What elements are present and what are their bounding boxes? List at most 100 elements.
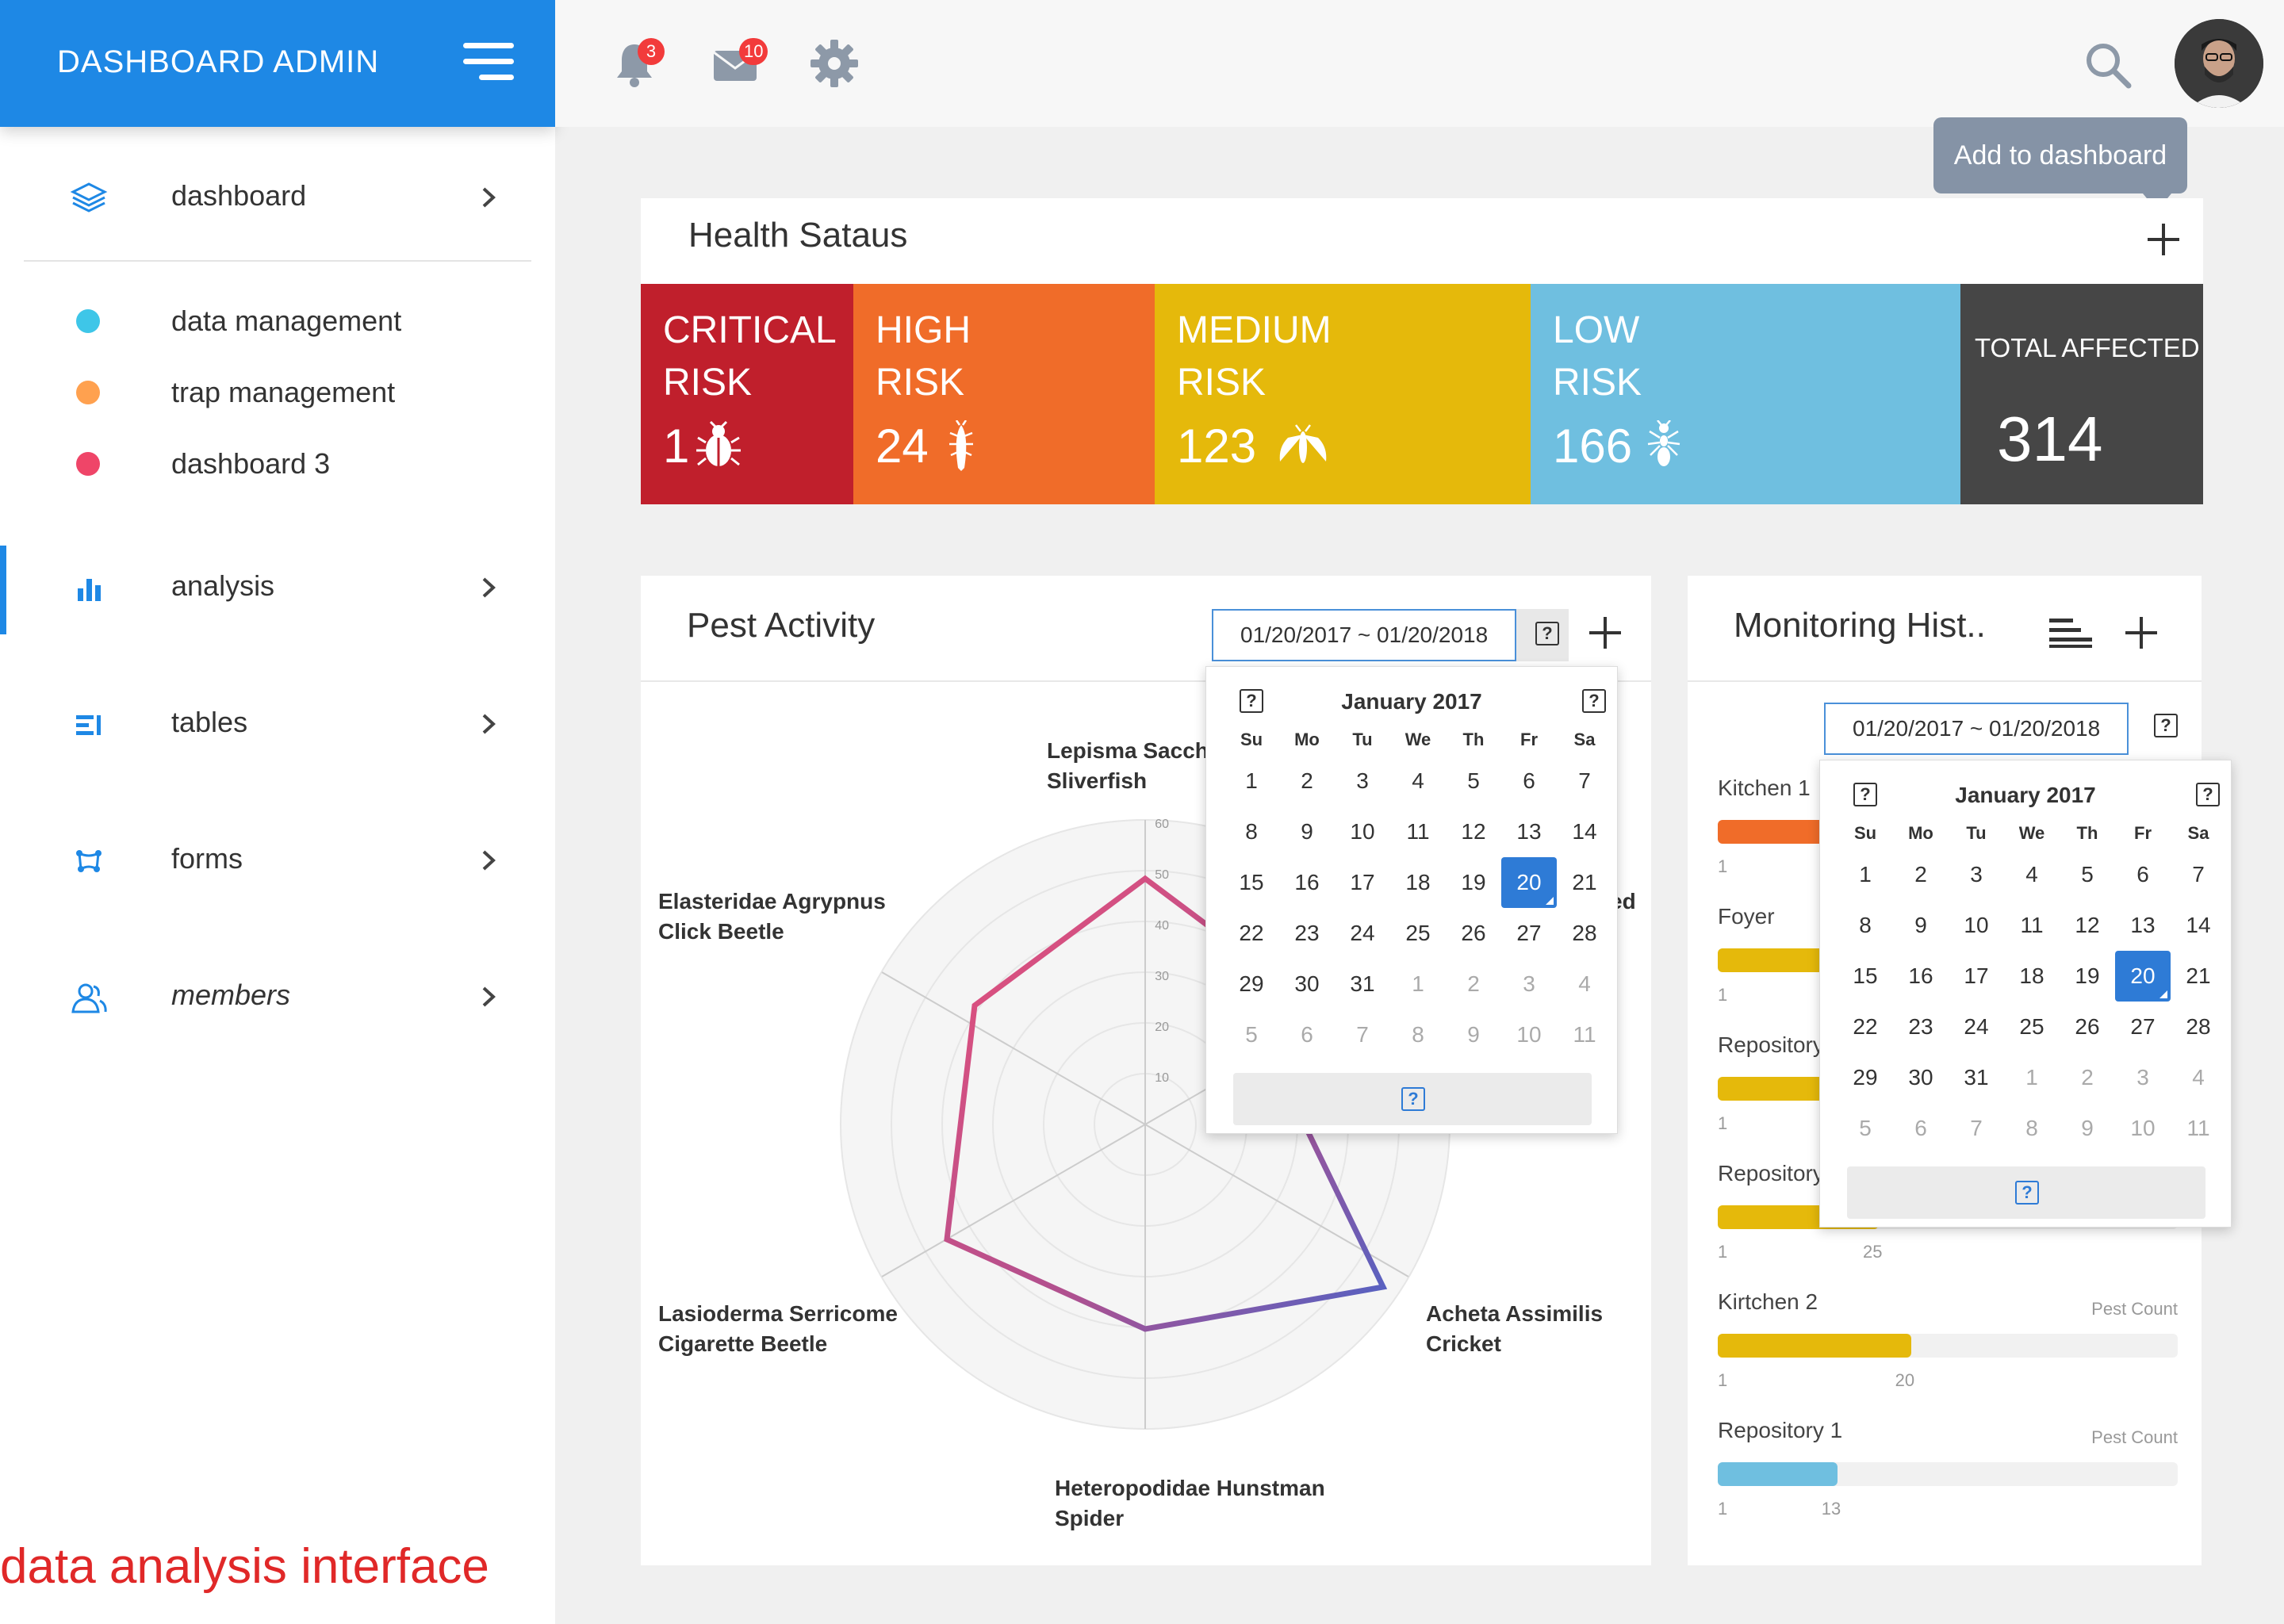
total-affected-card[interactable]: TOTAL AFFECTED 314: [1960, 284, 2203, 504]
calendar-day[interactable]: 2: [1279, 756, 1335, 806]
calendar-day[interactable]: 19: [1446, 857, 1501, 908]
calendar-day[interactable]: 22: [1224, 908, 1279, 959]
calendar-day[interactable]: 9: [1446, 1009, 1501, 1060]
calendar-day[interactable]: 18: [1390, 857, 1446, 908]
calendar-day[interactable]: 4: [2171, 1052, 2226, 1103]
calendar-day[interactable]: 8: [1390, 1009, 1446, 1060]
avatar[interactable]: [2175, 19, 2263, 108]
calendar-day[interactable]: 21: [2171, 951, 2226, 1002]
calendar-day[interactable]: 28: [1557, 908, 1612, 959]
calendar-day[interactable]: 2: [2060, 1052, 2115, 1103]
calendar-day[interactable]: 3: [1949, 849, 2004, 900]
calendar-day[interactable]: 6: [1279, 1009, 1335, 1060]
sidebar-item-analysis[interactable]: analysis: [0, 552, 555, 623]
calendar-day[interactable]: 6: [2115, 849, 2171, 900]
calendar-day[interactable]: 29: [1838, 1052, 1893, 1103]
calendar-day[interactable]: 10: [2115, 1103, 2171, 1154]
calendar-day[interactable]: 1: [2004, 1052, 2060, 1103]
calendar-day[interactable]: 18: [2004, 951, 2060, 1002]
calendar-today-button[interactable]: ?: [1847, 1166, 2205, 1219]
menu-toggle-icon[interactable]: [463, 43, 514, 84]
calendar-day[interactable]: 9: [2060, 1103, 2115, 1154]
calendar-day[interactable]: 8: [2004, 1103, 2060, 1154]
calendar-day[interactable]: 31: [1949, 1052, 2004, 1103]
calendar-day[interactable]: 24: [1949, 1002, 2004, 1052]
calendar-day[interactable]: 25: [1390, 908, 1446, 959]
calendar-day[interactable]: 7: [1949, 1103, 2004, 1154]
calendar-day[interactable]: 4: [2004, 849, 2060, 900]
calendar-day[interactable]: 16: [1279, 857, 1335, 908]
calendar-day[interactable]: 9: [1279, 806, 1335, 857]
calendar-day[interactable]: 1: [1224, 756, 1279, 806]
calendar-day[interactable]: 11: [2004, 900, 2060, 951]
calendar-day[interactable]: 14: [1557, 806, 1612, 857]
calendar-day[interactable]: 14: [2171, 900, 2226, 951]
critical-risk-card[interactable]: CRITICAL RISK 1: [641, 284, 853, 504]
calendar-day[interactable]: 1: [1838, 849, 1893, 900]
calendar-toggle-button[interactable]: ?: [1516, 609, 1569, 661]
calendar-icon[interactable]: ?: [2154, 714, 2178, 737]
calendar-day[interactable]: 3: [2115, 1052, 2171, 1103]
calendar-day[interactable]: 4: [1557, 959, 1612, 1009]
calendar-day[interactable]: 11: [1390, 806, 1446, 857]
sidebar-item-forms[interactable]: forms: [0, 825, 555, 896]
calendar-day[interactable]: 2: [1446, 959, 1501, 1009]
calendar-day[interactable]: 25: [2004, 1002, 2060, 1052]
calendar-day[interactable]: 19: [2060, 951, 2115, 1002]
calendar-day[interactable]: 24: [1335, 908, 1390, 959]
calendar-day[interactable]: 10: [1501, 1009, 1557, 1060]
calendar-day[interactable]: 9: [1893, 900, 1949, 951]
calendar-day[interactable]: 26: [1446, 908, 1501, 959]
add-widget-icon[interactable]: [2125, 617, 2157, 649]
date-range-input[interactable]: 01/20/2017 ~ 01/20/2018: [1212, 609, 1516, 661]
calendar-day[interactable]: 7: [1335, 1009, 1390, 1060]
calendar-day[interactable]: 11: [1557, 1009, 1612, 1060]
calendar-day[interactable]: 23: [1893, 1002, 1949, 1052]
calendar-day[interactable]: 6: [1501, 756, 1557, 806]
date-range-input[interactable]: 01/20/2017 ~ 01/20/2018: [1824, 703, 2129, 755]
sidebar-item-dashboard-3[interactable]: dashboard 3: [0, 433, 555, 496]
calendar-day[interactable]: 4: [1390, 756, 1446, 806]
calendar-day[interactable]: 5: [1224, 1009, 1279, 1060]
calendar-today-button[interactable]: ?: [1233, 1073, 1592, 1125]
add-widget-icon[interactable]: [2148, 224, 2179, 255]
calendar-day[interactable]: 3: [1501, 959, 1557, 1009]
calendar-day[interactable]: 27: [1501, 908, 1557, 959]
calendar-day[interactable]: 17: [1949, 951, 2004, 1002]
calendar-day[interactable]: 8: [1224, 806, 1279, 857]
next-month-icon[interactable]: ?: [2196, 783, 2220, 806]
calendar-day[interactable]: 3: [1335, 756, 1390, 806]
calendar-day[interactable]: 10: [1335, 806, 1390, 857]
calendar-day[interactable]: 7: [2171, 849, 2226, 900]
calendar-day[interactable]: 23: [1279, 908, 1335, 959]
gear-icon[interactable]: [809, 38, 860, 89]
calendar-day[interactable]: 5: [1446, 756, 1501, 806]
calendar-day[interactable]: 12: [1446, 806, 1501, 857]
high-risk-card[interactable]: HIGH RISK 24: [853, 284, 1155, 504]
medium-risk-card[interactable]: MEDIUM RISK 123: [1155, 284, 1531, 504]
calendar-day[interactable]: 13: [1501, 806, 1557, 857]
calendar-day[interactable]: 31: [1335, 959, 1390, 1009]
calendar-day[interactable]: 30: [1893, 1052, 1949, 1103]
calendar-day[interactable]: 8: [1838, 900, 1893, 951]
calendar-day[interactable]: 16: [1893, 951, 1949, 1002]
sidebar-item-tables[interactable]: tables: [0, 688, 555, 760]
calendar-day[interactable]: 7: [1557, 756, 1612, 806]
calendar-day[interactable]: 1: [1390, 959, 1446, 1009]
calendar-day[interactable]: 12: [2060, 900, 2115, 951]
search-icon[interactable]: [2083, 40, 2133, 90]
calendar-day[interactable]: 15: [1838, 951, 1893, 1002]
calendar-day[interactable]: 2: [1893, 849, 1949, 900]
sort-icon[interactable]: [2049, 617, 2094, 649]
next-month-icon[interactable]: ?: [1582, 689, 1606, 713]
calendar-day[interactable]: 29: [1224, 959, 1279, 1009]
sidebar-item-trap-management[interactable]: trap management: [0, 362, 555, 425]
calendar-day[interactable]: 21: [1557, 857, 1612, 908]
calendar-day[interactable]: 15: [1224, 857, 1279, 908]
calendar-day[interactable]: 28: [2171, 1002, 2226, 1052]
calendar-day[interactable]: 11: [2171, 1103, 2226, 1154]
calendar-day[interactable]: 20: [1501, 857, 1557, 908]
low-risk-card[interactable]: LOW RISK 166: [1531, 284, 1960, 504]
calendar-day[interactable]: 17: [1335, 857, 1390, 908]
calendar-day[interactable]: 27: [2115, 1002, 2171, 1052]
